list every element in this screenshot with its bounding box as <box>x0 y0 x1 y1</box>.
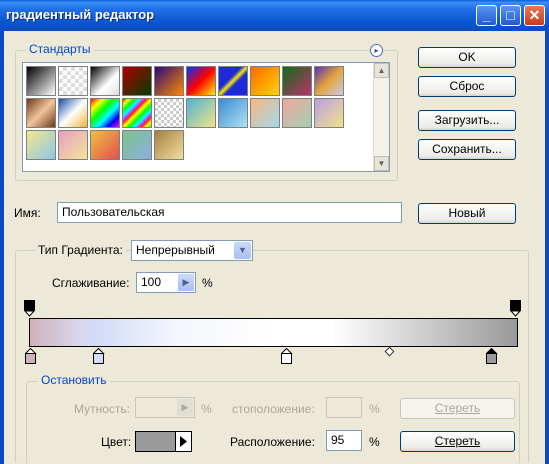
preset-swatch[interactable] <box>90 130 120 160</box>
opacity-delete-button[interactable]: Стереть <box>400 398 515 419</box>
close-button[interactable]: ✕ <box>524 5 545 26</box>
save-button[interactable]: Сохранить... <box>418 139 516 160</box>
preset-swatch[interactable] <box>26 98 56 128</box>
opacity-input[interactable]: ▶ <box>135 397 195 418</box>
presets-menu-icon[interactable]: ▸ <box>370 44 383 57</box>
opacity-label: Мутность: <box>74 402 131 416</box>
color-stop-2[interactable] <box>93 348 105 364</box>
opacity-arrow-icon[interactable]: ▶ <box>177 399 193 416</box>
preset-swatch[interactable] <box>154 98 184 128</box>
color-stop-3[interactable] <box>281 348 293 364</box>
smoothing-input[interactable]: 100 ▶ <box>136 272 196 293</box>
color-stop-4-selected[interactable] <box>486 348 498 364</box>
window-title: градиентный редактор <box>6 7 155 22</box>
preset-swatch[interactable] <box>218 66 248 96</box>
load-button[interactable]: Загрузить... <box>418 110 516 131</box>
location-input[interactable]: 95 <box>326 430 362 451</box>
color-label: Цвет: <box>101 435 132 449</box>
opacity-stop-start[interactable] <box>24 300 36 317</box>
preset-swatch[interactable] <box>186 66 216 96</box>
color-delete-button[interactable]: Стереть <box>400 431 515 452</box>
preset-swatch[interactable] <box>122 66 152 96</box>
location-unit: % <box>369 435 380 449</box>
preset-swatch[interactable] <box>90 98 120 128</box>
gradient-preview-bar[interactable] <box>29 318 518 347</box>
name-input[interactable]: Пользовательская <box>57 202 402 223</box>
window-frame-left <box>0 31 4 464</box>
color-menu-arrow-icon[interactable] <box>175 432 191 451</box>
color-delete-label: Стереть <box>434 434 481 448</box>
smoothing-arrow-icon[interactable]: ▶ <box>178 274 194 291</box>
ok-button[interactable]: OK <box>418 47 516 68</box>
preset-swatch[interactable] <box>26 130 56 160</box>
preset-swatch[interactable] <box>58 98 88 128</box>
presets-legend: Стандарты <box>26 42 94 56</box>
preset-swatch[interactable] <box>186 98 216 128</box>
title-bar[interactable]: градиентный редактор _ □ ✕ <box>0 0 549 31</box>
opacity-location-unit: % <box>369 402 380 416</box>
preset-swatch[interactable] <box>314 98 344 128</box>
maximize-button[interactable]: □ <box>500 5 521 26</box>
preset-swatch[interactable] <box>218 98 248 128</box>
opacity-stop-end[interactable] <box>510 300 522 317</box>
preset-swatch[interactable] <box>250 66 280 96</box>
preset-swatch[interactable] <box>154 130 184 160</box>
smoothing-label: Сглаживание: <box>52 276 130 290</box>
gradient-editor-window: градиентный редактор _ □ ✕ Стандарты ▸ ▲… <box>0 0 549 464</box>
preset-swatch[interactable] <box>26 66 56 96</box>
opacity-location-label: стоположение: <box>232 402 315 416</box>
preset-swatch[interactable] <box>90 66 120 96</box>
preset-swatch[interactable] <box>58 66 88 96</box>
preset-swatch[interactable] <box>154 66 184 96</box>
color-stop-1[interactable] <box>25 348 37 364</box>
location-label: Расположение: <box>230 435 315 449</box>
preset-swatch[interactable] <box>122 98 152 128</box>
presets-scrollbar[interactable]: ▲ ▼ <box>373 63 389 171</box>
preset-swatch[interactable] <box>250 98 280 128</box>
presets-grid: ▲ ▼ <box>22 62 390 172</box>
gradient-type-select[interactable]: Непрерывный ▼ <box>131 240 253 261</box>
preset-swatch[interactable] <box>122 130 152 160</box>
stops-legend: Остановить <box>38 373 110 387</box>
color-swatch[interactable] <box>135 431 192 452</box>
opacity-location-input[interactable] <box>326 397 362 418</box>
reset-button[interactable]: Сброс <box>418 76 516 97</box>
preset-swatch[interactable] <box>282 66 312 96</box>
opacity-delete-label: Стереть <box>434 401 481 415</box>
scroll-up-icon[interactable]: ▲ <box>374 63 389 78</box>
smoothing-unit: % <box>202 276 213 290</box>
preset-swatch[interactable] <box>314 66 344 96</box>
preset-swatch[interactable] <box>58 130 88 160</box>
minimize-button[interactable]: _ <box>476 5 497 26</box>
name-label: Имя: <box>14 206 41 220</box>
gradient-type-label: Тип Градиента: <box>35 243 126 257</box>
gradient-type-value: Непрерывный <box>136 243 215 257</box>
smoothing-value: 100 <box>141 275 162 289</box>
opacity-unit: % <box>201 402 212 416</box>
scroll-down-icon[interactable]: ▼ <box>374 156 389 171</box>
window-frame-right <box>545 31 549 464</box>
chevron-down-icon[interactable]: ▼ <box>234 242 251 259</box>
preset-swatch[interactable] <box>282 98 312 128</box>
new-button[interactable]: Новый <box>418 203 516 224</box>
